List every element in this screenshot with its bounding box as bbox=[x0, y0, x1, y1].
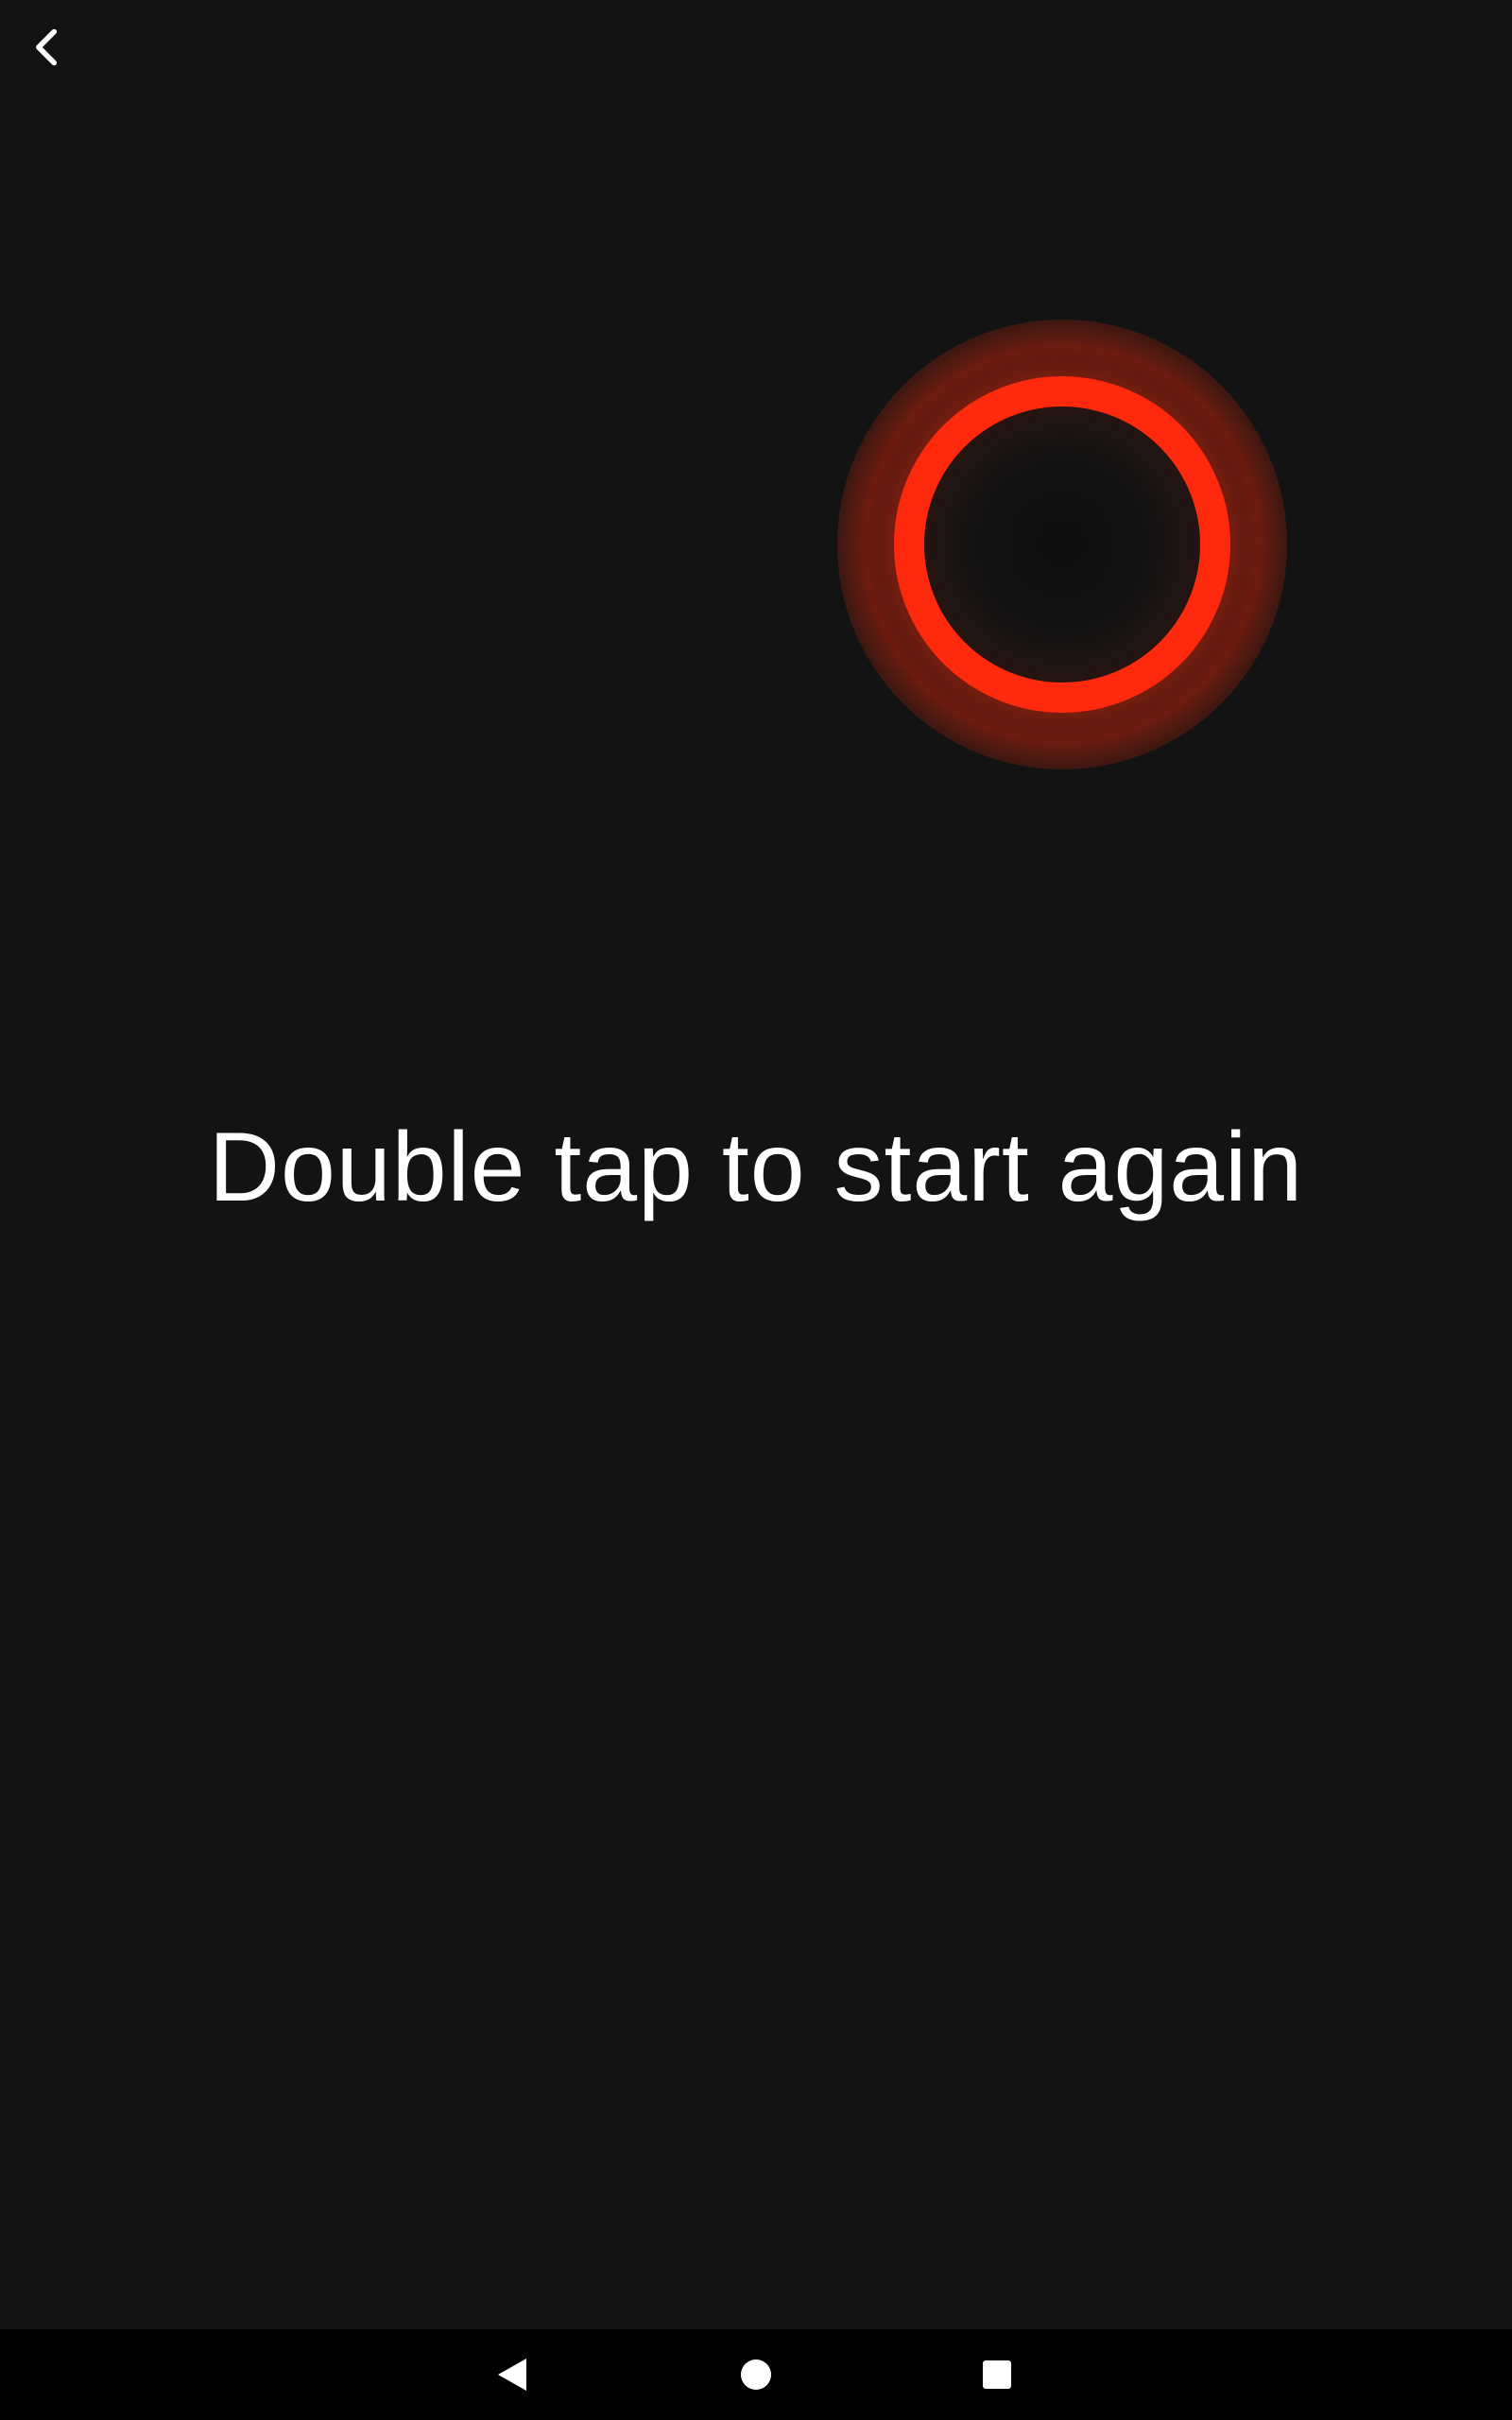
chevron-left-icon bbox=[26, 26, 68, 73]
ring-icon bbox=[894, 376, 1230, 713]
double-tap-message: Double tap to start again bbox=[208, 1113, 1304, 1222]
system-home-button[interactable] bbox=[711, 2329, 801, 2420]
system-recents-button[interactable] bbox=[952, 2329, 1042, 2420]
square-recents-icon bbox=[983, 2360, 1011, 2389]
system-navigation-bar bbox=[0, 2329, 1512, 2420]
circle-home-icon bbox=[741, 2360, 771, 2390]
system-back-button[interactable] bbox=[467, 2329, 558, 2420]
back-button[interactable] bbox=[17, 19, 77, 79]
ring-indicator bbox=[837, 320, 1287, 769]
triangle-back-icon bbox=[498, 2359, 526, 2391]
app-screen[interactable]: Double tap to start again bbox=[0, 0, 1512, 2420]
